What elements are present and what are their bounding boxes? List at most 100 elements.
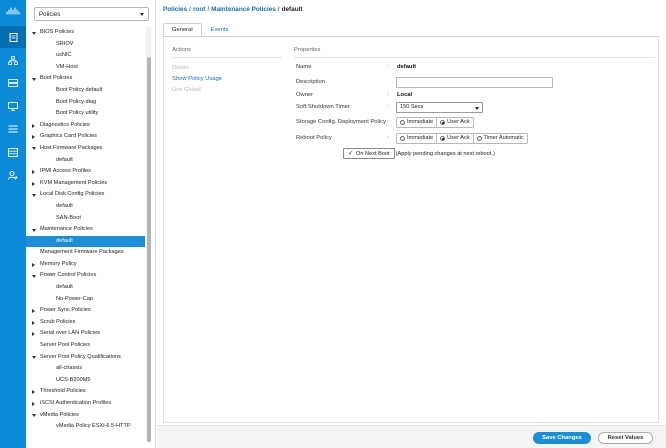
tree-node[interactable]: Local Disk Config Policies (26, 189, 145, 201)
tree-leaf[interactable]: Boot Policy diag (26, 97, 145, 109)
caret-right-icon[interactable] (32, 390, 35, 395)
caret-right-icon[interactable] (32, 123, 35, 128)
caret-down-icon[interactable] (32, 31, 36, 35)
caret-down-icon[interactable] (32, 356, 36, 360)
vm-monitor-icon[interactable] (0, 95, 26, 117)
radio-icon (476, 136, 482, 141)
tree-item-label: Power Sync Policies (40, 307, 91, 314)
caret-right-icon[interactable] (32, 402, 35, 406)
tree-node[interactable]: Server Pool Policies (26, 340, 145, 352)
tree-node[interactable]: KVM Management Policies (26, 178, 145, 190)
storage-icon[interactable] (0, 72, 26, 94)
properties-title: Properties (294, 47, 654, 58)
tree-leaf[interactable]: Boot Policy utility (26, 108, 145, 120)
storage-config-immediate-option[interactable]: Immediate (397, 118, 438, 127)
admin-user-icon[interactable] (0, 164, 26, 186)
caret-right-icon[interactable] (32, 262, 35, 267)
tree-node[interactable]: Memory Policy (26, 259, 145, 271)
tree-leaf[interactable]: default (26, 201, 145, 213)
tree-leaf[interactable]: vMedia Policy ESXi-6.5-HTTP (26, 421, 145, 433)
show-policy-usage-link[interactable]: Show Policy Usage (172, 74, 282, 85)
tree-item-label: UCS-B200M5 (56, 376, 91, 383)
tree-leaf[interactable]: SAN-Boot (26, 213, 145, 225)
tree-node[interactable]: Host Firmware Packages (26, 143, 145, 155)
tree-node[interactable]: Server Pool Policy Qualifications (26, 352, 145, 364)
tree-leaf[interactable]: VM-Host (26, 62, 145, 74)
storage-config-label: Storage Config. Deployment Policy (296, 119, 386, 125)
tree-leaf[interactable]: default (26, 282, 145, 294)
owner-value: Local (397, 92, 413, 98)
storage-config-user-ack-option[interactable]: User Ack (437, 118, 472, 127)
caret-down-icon[interactable] (32, 414, 36, 418)
breadcrumb-link-maintenance-policies[interactable]: Maintenance Policies (211, 6, 276, 13)
tree-scrollbar[interactable] (146, 27, 151, 442)
tree-item-label: vMedia Policy ESXi-6.5-HTTP (56, 423, 131, 430)
reboot-policy-immediate-option[interactable]: Immediate (397, 134, 438, 143)
main-content: Policies / root / Maintenance Policies / defau… (157, 0, 666, 448)
tree-item-label: Boot Policy utility (56, 110, 99, 117)
description-input[interactable] (396, 77, 553, 88)
radio-selected-icon (440, 136, 446, 141)
tree-leaf[interactable]: SRIOV (26, 39, 145, 51)
on-next-boot-label: On Next Boot (356, 150, 390, 157)
list-icon[interactable] (0, 118, 26, 140)
tree-item-label: Server Pool Policies (40, 342, 91, 349)
delete-action: Delete (172, 65, 189, 71)
colon: : (387, 104, 389, 110)
caret-down-icon[interactable] (32, 147, 36, 151)
network-topology-icon[interactable] (0, 49, 26, 71)
tree-node[interactable]: Diagnostics Policies (26, 120, 145, 132)
footer-bar: Save Changes Reset Values (157, 425, 666, 448)
save-changes-button[interactable]: Save Changes (533, 432, 591, 444)
tree-node[interactable]: Serial over LAN Policies (26, 328, 145, 340)
breadcrumb-link-root[interactable]: root (193, 6, 205, 13)
tree-item-label: Graphics Card Policies (40, 133, 97, 140)
navigation-tree-panel: Policies BIOS Policies SRIOV usNIC VM-Host B… (26, 0, 156, 448)
tab-general[interactable]: General (163, 23, 202, 37)
tree-node[interactable]: iSCSI Authentication Profiles (26, 398, 145, 410)
tree-leaf[interactable]: Boot Policy default (26, 85, 145, 97)
tree-leaf[interactable]: No-Power-Cap (26, 294, 145, 306)
tree-leaf[interactable]: usNIC (26, 50, 145, 62)
tree-node[interactable]: Boot Policies (26, 73, 145, 85)
tree-filter-select[interactable]: Policies (34, 7, 149, 21)
tree-scrollbar-thumb[interactable] (146, 57, 151, 442)
caret-down-icon[interactable] (32, 193, 36, 197)
tree-leaf[interactable]: UCS-B200M5 (26, 375, 145, 387)
caret-right-icon[interactable] (32, 181, 35, 186)
tree-item-label: usNIC (56, 52, 72, 59)
caret-right-icon[interactable] (32, 332, 35, 337)
soft-shutdown-timer-select[interactable]: 150 Secs (396, 102, 483, 113)
tree-node[interactable]: Power Sync Policies (26, 305, 145, 317)
tree-node[interactable]: vMedia Policies (26, 410, 145, 422)
server-icon[interactable] (0, 26, 26, 48)
tree-node[interactable]: BIOS Policies (26, 27, 145, 39)
caret-right-icon[interactable] (32, 135, 35, 140)
on-next-boot-checkbox[interactable]: ✓ On Next Boot (343, 148, 395, 159)
caret-down-icon[interactable] (32, 77, 36, 81)
tree-leaf[interactable]: default (26, 235, 145, 248)
caret-down-icon[interactable] (32, 274, 36, 278)
reboot-policy-user-ack-option[interactable]: User Ack (437, 134, 474, 143)
tree-node[interactable]: Scrub Policies (26, 317, 145, 329)
tree-node[interactable]: IPMI Access Profiles (26, 166, 145, 178)
caret-right-icon[interactable] (32, 309, 35, 314)
tree-item-label: KVM Management Policies (40, 179, 108, 186)
tree-node[interactable]: Power Control Policies (26, 270, 145, 282)
tree-node[interactable]: Management Firmware Packages (26, 247, 145, 259)
breadcrumb-link-policies[interactable]: Policies (163, 6, 187, 13)
reset-values-button[interactable]: Reset Values (598, 432, 653, 444)
tree-node[interactable]: Graphics Card Policies (26, 131, 145, 143)
reboot-policy-timer-automatic-option[interactable]: Timer Automatic (474, 134, 527, 143)
tree-leaf[interactable]: all-chassis (26, 363, 145, 375)
caret-right-icon[interactable] (32, 320, 35, 325)
colon: : (387, 135, 389, 141)
reboot-policy-label: Reboot Policy (296, 135, 332, 141)
tree-leaf[interactable]: default (26, 155, 145, 167)
tree-node[interactable]: Maintenance Policies (26, 224, 145, 236)
caret-down-icon[interactable] (32, 228, 36, 232)
tab-events[interactable]: Events (202, 23, 238, 37)
tree-node[interactable]: Threshold Policies (26, 386, 145, 398)
caret-right-icon[interactable] (32, 170, 35, 175)
grid-icon[interactable] (0, 141, 26, 163)
